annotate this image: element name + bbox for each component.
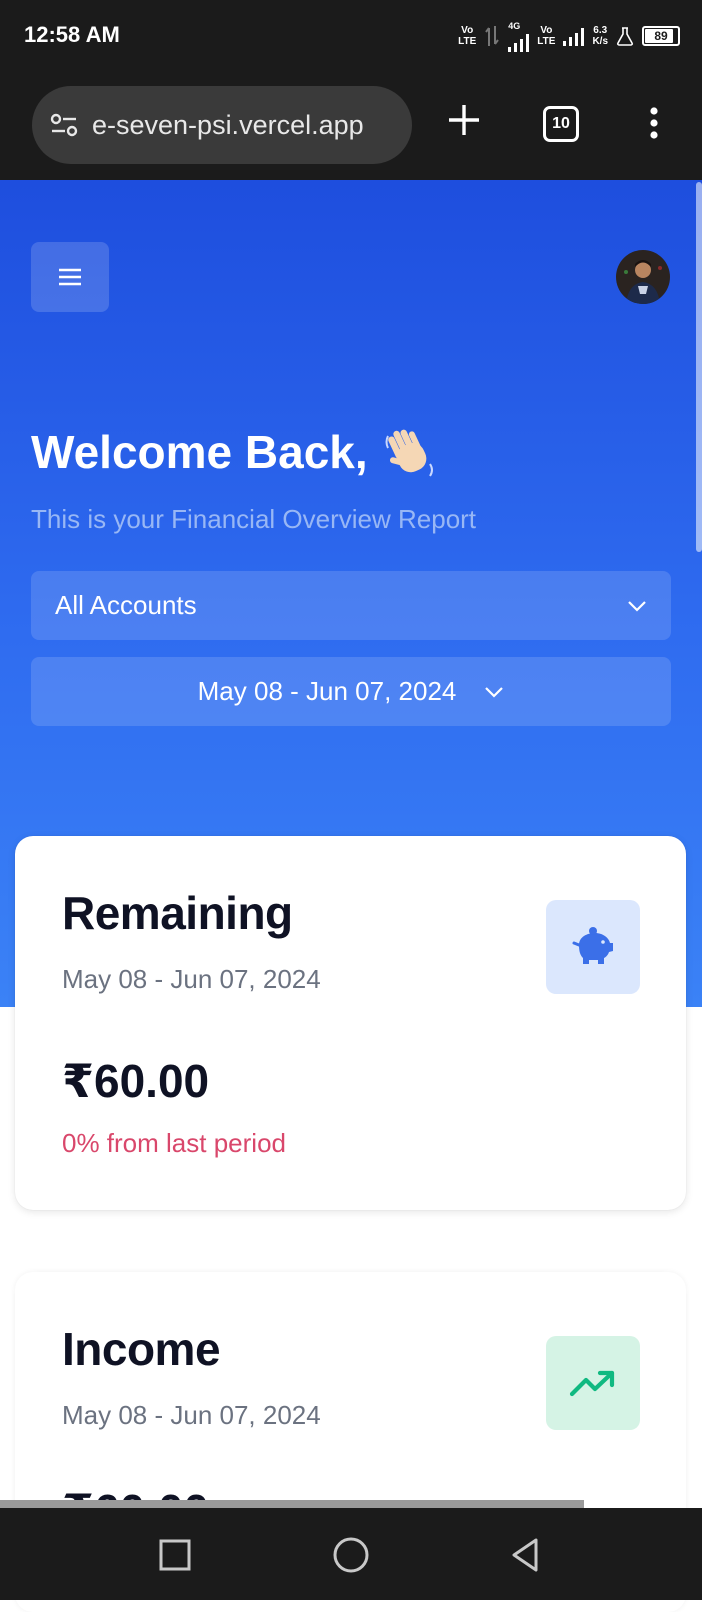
card-date-range: May 08 - Jun 07, 2024 (62, 964, 321, 994)
battery-level: 89 (654, 29, 668, 43)
url-text: e-seven-psi.vercel.app (92, 109, 364, 140)
back-icon[interactable] (506, 1535, 546, 1575)
recents-icon[interactable] (155, 1535, 195, 1575)
status-bar: 12:58 AM Vo LTE 4G Vo LTE 6.3 K/s 89 (0, 0, 702, 72)
welcome-heading: Welcome Back, (31, 424, 438, 480)
card-title: Income (62, 1323, 221, 1375)
avatar[interactable] (616, 250, 670, 304)
welcome-text: Welcome Back, (31, 426, 368, 478)
data-arrows-icon (485, 26, 500, 46)
remaining-change: 0% from last period (62, 1128, 286, 1158)
system-nav-bar (0, 1508, 702, 1600)
status-icons: Vo LTE 4G Vo LTE 6.3 K/s 89 (458, 18, 680, 54)
chevron-down-icon (628, 600, 646, 612)
more-options-icon[interactable] (648, 106, 660, 140)
page-scrollbar[interactable] (696, 182, 702, 552)
card-date-range: May 08 - Jun 07, 2024 (62, 1400, 321, 1430)
horizontal-scrollbar[interactable] (0, 1500, 584, 1508)
status-time: 12:58 AM (24, 22, 120, 47)
chevron-down-icon (485, 686, 504, 698)
card-icon-box (546, 1336, 640, 1430)
date-range-select[interactable]: May 08 - Jun 07, 2024 (31, 657, 671, 726)
signal-icon-2 (563, 26, 585, 46)
volte-icon-2: Vo LTE (537, 25, 556, 47)
flask-icon (616, 27, 634, 46)
menu-button[interactable] (31, 242, 109, 312)
remaining-amount: ₹60.00 (62, 1055, 210, 1107)
account-select-value: All Accounts (55, 590, 197, 620)
new-tab-icon[interactable] (446, 102, 482, 138)
date-range-value: May 08 - Jun 07, 2024 (197, 676, 457, 706)
hamburger-icon (59, 268, 81, 286)
card-icon-box (546, 900, 640, 994)
trending-up-icon (569, 1370, 615, 1397)
remaining-card: Remaining May 08 - Jun 07, 2024 ₹60.00 0… (15, 836, 686, 1210)
tab-switcher-button[interactable]: 10 (543, 106, 579, 142)
browser-toolbar: e-seven-psi.vercel.app 10 (0, 72, 702, 180)
waving-hand-icon (385, 429, 433, 477)
piggy-bank-icon (572, 927, 613, 964)
card-title: Remaining (62, 887, 293, 939)
data-speed: 6.3 K/s (592, 25, 608, 47)
battery-icon: 89 (642, 26, 680, 46)
site-settings-icon[interactable] (48, 109, 80, 141)
home-icon[interactable] (331, 1535, 371, 1575)
subtitle: This is your Financial Overview Report (31, 504, 477, 534)
network-type-label: 4G (508, 20, 521, 31)
account-select[interactable]: All Accounts (31, 571, 671, 640)
address-bar[interactable]: e-seven-psi.vercel.app (32, 86, 412, 164)
volte-icon: Vo LTE (458, 25, 477, 47)
signal-icon (508, 32, 530, 52)
